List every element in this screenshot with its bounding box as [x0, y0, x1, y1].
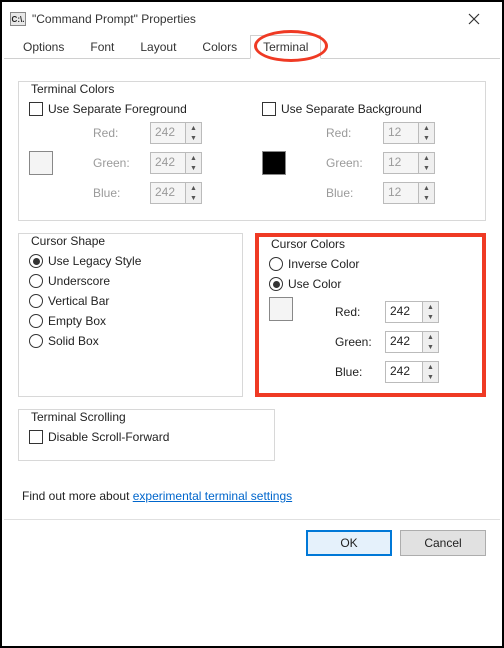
- group-title: Cursor Shape: [27, 234, 109, 248]
- cursor-green-spinner[interactable]: 242▲▼: [385, 331, 439, 353]
- cursor-color-swatch[interactable]: [269, 297, 293, 321]
- bg-red-spinner[interactable]: 12▲▼: [383, 122, 435, 144]
- close-button[interactable]: [454, 6, 494, 32]
- chevron-up-icon[interactable]: ▲: [186, 153, 201, 163]
- checkbox-label: Use Separate Foreground: [48, 102, 187, 116]
- checkbox-label: Disable Scroll-Forward: [48, 430, 169, 444]
- chevron-up-icon[interactable]: ▲: [419, 123, 434, 133]
- tab-layout[interactable]: Layout: [127, 35, 189, 59]
- radio-legacy-style[interactable]: [29, 254, 43, 268]
- group-title: Terminal Colors: [27, 82, 118, 96]
- experimental-settings-link[interactable]: experimental terminal settings: [133, 489, 292, 503]
- cursor-blue-label: Blue:: [335, 365, 385, 379]
- group-cursor-shape: Cursor Shape Use Legacy Style Underscore…: [18, 233, 243, 397]
- checkbox-separate-foreground[interactable]: [29, 102, 43, 116]
- chevron-up-icon[interactable]: ▲: [186, 123, 201, 133]
- chevron-down-icon[interactable]: ▼: [186, 163, 201, 173]
- fg-color-swatch[interactable]: [29, 151, 53, 175]
- fg-green-label: Green:: [93, 156, 148, 170]
- app-icon: C:\.: [10, 12, 26, 26]
- bg-red-label: Red:: [326, 126, 381, 140]
- chevron-up-icon[interactable]: ▲: [419, 153, 434, 163]
- radio-solid-box[interactable]: [29, 334, 43, 348]
- checkbox-disable-scroll-forward[interactable]: [29, 430, 43, 444]
- chevron-down-icon[interactable]: ▼: [419, 193, 434, 203]
- group-cursor-colors: Cursor Colors Inverse Color Use Color Re…: [255, 233, 486, 397]
- chevron-down-icon[interactable]: ▼: [423, 312, 438, 322]
- checkbox-label: Use Separate Background: [281, 102, 422, 116]
- cursor-green-label: Green:: [335, 335, 385, 349]
- fg-blue-spinner[interactable]: 242▲▼: [150, 182, 202, 204]
- window-title: "Command Prompt" Properties: [32, 12, 454, 26]
- fg-red-spinner[interactable]: 242▲▼: [150, 122, 202, 144]
- close-icon: [468, 13, 480, 25]
- chevron-down-icon[interactable]: ▼: [423, 342, 438, 352]
- fg-blue-label: Blue:: [93, 186, 148, 200]
- radio-label: Solid Box: [48, 334, 99, 348]
- chevron-down-icon[interactable]: ▼: [186, 133, 201, 143]
- cancel-button[interactable]: Cancel: [400, 530, 486, 556]
- bg-green-spinner[interactable]: 12▲▼: [383, 152, 435, 174]
- tab-terminal[interactable]: Terminal: [250, 35, 321, 59]
- radio-label: Empty Box: [48, 314, 106, 328]
- tab-font[interactable]: Font: [77, 35, 127, 59]
- chevron-up-icon[interactable]: ▲: [423, 332, 438, 342]
- cursor-red-spinner[interactable]: 242▲▼: [385, 301, 439, 323]
- chevron-down-icon[interactable]: ▼: [423, 372, 438, 382]
- group-title: Terminal Scrolling: [27, 410, 130, 424]
- fg-green-spinner[interactable]: 242▲▼: [150, 152, 202, 174]
- chevron-down-icon[interactable]: ▼: [186, 193, 201, 203]
- cursor-red-label: Red:: [335, 305, 385, 319]
- group-title: Cursor Colors: [267, 237, 349, 251]
- radio-label: Vertical Bar: [48, 294, 109, 308]
- radio-inverse-color[interactable]: [269, 257, 283, 271]
- radio-label: Use Legacy Style: [48, 254, 141, 268]
- ok-button[interactable]: OK: [306, 530, 392, 556]
- chevron-up-icon[interactable]: ▲: [186, 183, 201, 193]
- bg-color-swatch[interactable]: [262, 151, 286, 175]
- chevron-up-icon[interactable]: ▲: [423, 362, 438, 372]
- group-terminal-colors: Terminal Colors Use Separate Foreground …: [18, 81, 486, 221]
- cursor-blue-spinner[interactable]: 242▲▼: [385, 361, 439, 383]
- radio-empty-box[interactable]: [29, 314, 43, 328]
- tab-bar: Options Font Layout Colors Terminal: [4, 34, 500, 59]
- chevron-down-icon[interactable]: ▼: [419, 133, 434, 143]
- bg-blue-label: Blue:: [326, 186, 381, 200]
- radio-use-color[interactable]: [269, 277, 283, 291]
- radio-label: Use Color: [288, 277, 341, 291]
- group-terminal-scrolling: Terminal Scrolling Disable Scroll-Forwar…: [18, 409, 275, 461]
- help-link-row: Find out more about experimental termina…: [22, 489, 482, 503]
- fg-red-label: Red:: [93, 126, 148, 140]
- chevron-down-icon[interactable]: ▼: [419, 163, 434, 173]
- radio-vertical-bar[interactable]: [29, 294, 43, 308]
- radio-label: Underscore: [48, 274, 110, 288]
- tab-options[interactable]: Options: [10, 35, 77, 59]
- chevron-up-icon[interactable]: ▲: [419, 183, 434, 193]
- radio-underscore[interactable]: [29, 274, 43, 288]
- tab-colors[interactable]: Colors: [189, 35, 250, 59]
- chevron-up-icon[interactable]: ▲: [423, 302, 438, 312]
- bg-blue-spinner[interactable]: 12▲▼: [383, 182, 435, 204]
- checkbox-separate-background[interactable]: [262, 102, 276, 116]
- bg-green-label: Green:: [326, 156, 381, 170]
- link-prefix: Find out more about: [22, 489, 133, 503]
- radio-label: Inverse Color: [288, 257, 359, 271]
